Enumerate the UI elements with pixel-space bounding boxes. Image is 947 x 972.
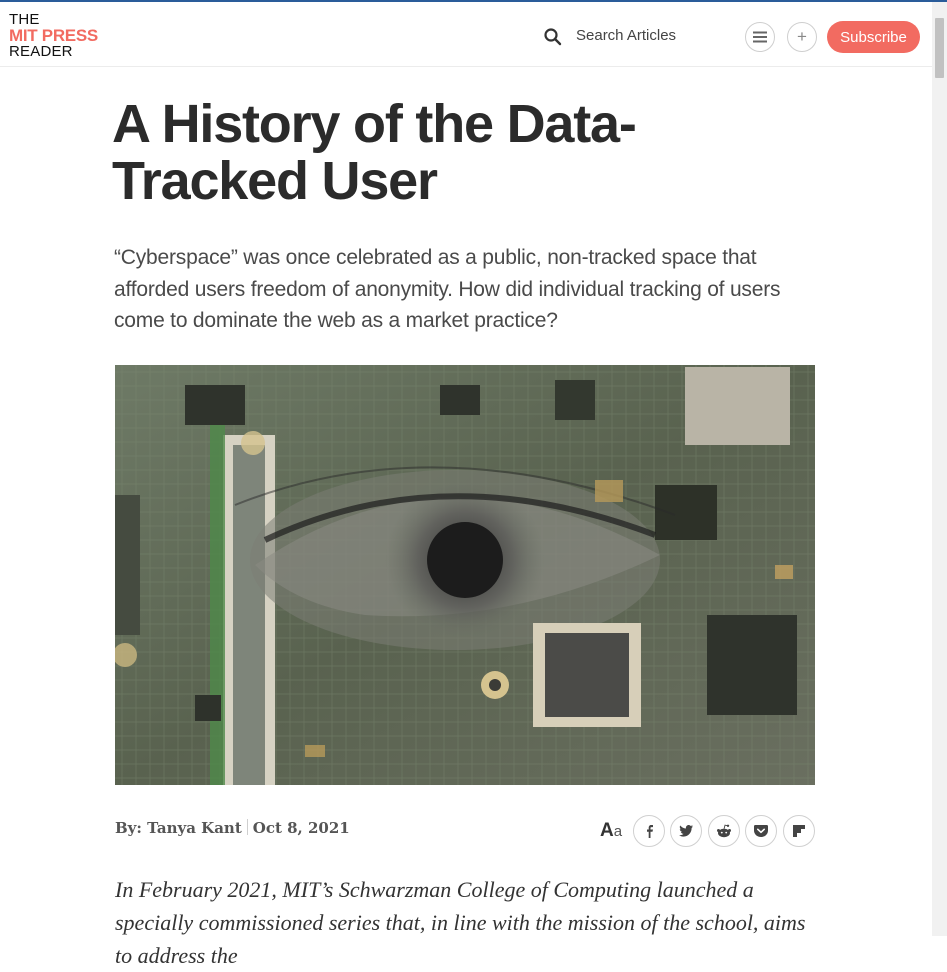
site-logo[interactable]: THE MIT PRESS READER xyxy=(9,12,98,60)
share-facebook-button[interactable] xyxy=(633,815,665,847)
scrollbar-thumb[interactable] xyxy=(935,18,944,78)
circuit-eye-illustration xyxy=(115,365,815,785)
add-button[interactable]: + xyxy=(787,22,817,52)
article-byline: By: Tanya Kant Oct 8, 2021 xyxy=(115,819,350,837)
logo-line-mit-press: MIT PRESS xyxy=(9,26,98,45)
article-body-intro: In February 2021, MIT’s Schwarzman Colle… xyxy=(115,877,806,968)
text-size-toggle[interactable]: Aa xyxy=(600,820,622,842)
facebook-icon xyxy=(647,825,653,838)
text-size-small-label: a xyxy=(613,823,623,840)
logo-line-reader: READER xyxy=(9,43,73,60)
flipboard-icon xyxy=(793,825,805,837)
reddit-icon xyxy=(717,824,731,838)
share-flipboard-button[interactable] xyxy=(783,815,815,847)
share-twitter-button[interactable] xyxy=(670,815,702,847)
byline-date: Oct 8, 2021 xyxy=(252,819,350,837)
byline-divider xyxy=(246,819,248,835)
site-header: THE MIT PRESS READER Search Articles + S… xyxy=(0,2,932,67)
share-pocket-button[interactable] xyxy=(745,815,777,847)
text-size-large-label: A xyxy=(600,820,614,841)
byline-author[interactable]: By: Tanya Kant xyxy=(115,819,242,837)
search-icon[interactable] xyxy=(543,27,563,47)
search-articles-label[interactable]: Search Articles xyxy=(576,27,676,44)
pocket-icon xyxy=(754,825,768,837)
article-dek: “Cyberspace” was once celebrated as a pu… xyxy=(114,246,781,332)
hamburger-menu-icon xyxy=(753,31,767,43)
plus-icon: + xyxy=(797,27,807,46)
subscribe-button[interactable]: Subscribe xyxy=(827,21,920,53)
twitter-icon xyxy=(679,825,693,837)
article-title: A History of the Data-Tracked User xyxy=(112,94,637,211)
share-reddit-button[interactable] xyxy=(708,815,740,847)
hero-image xyxy=(115,365,815,785)
menu-button[interactable] xyxy=(745,22,775,52)
vertical-scrollbar[interactable] xyxy=(932,2,947,936)
